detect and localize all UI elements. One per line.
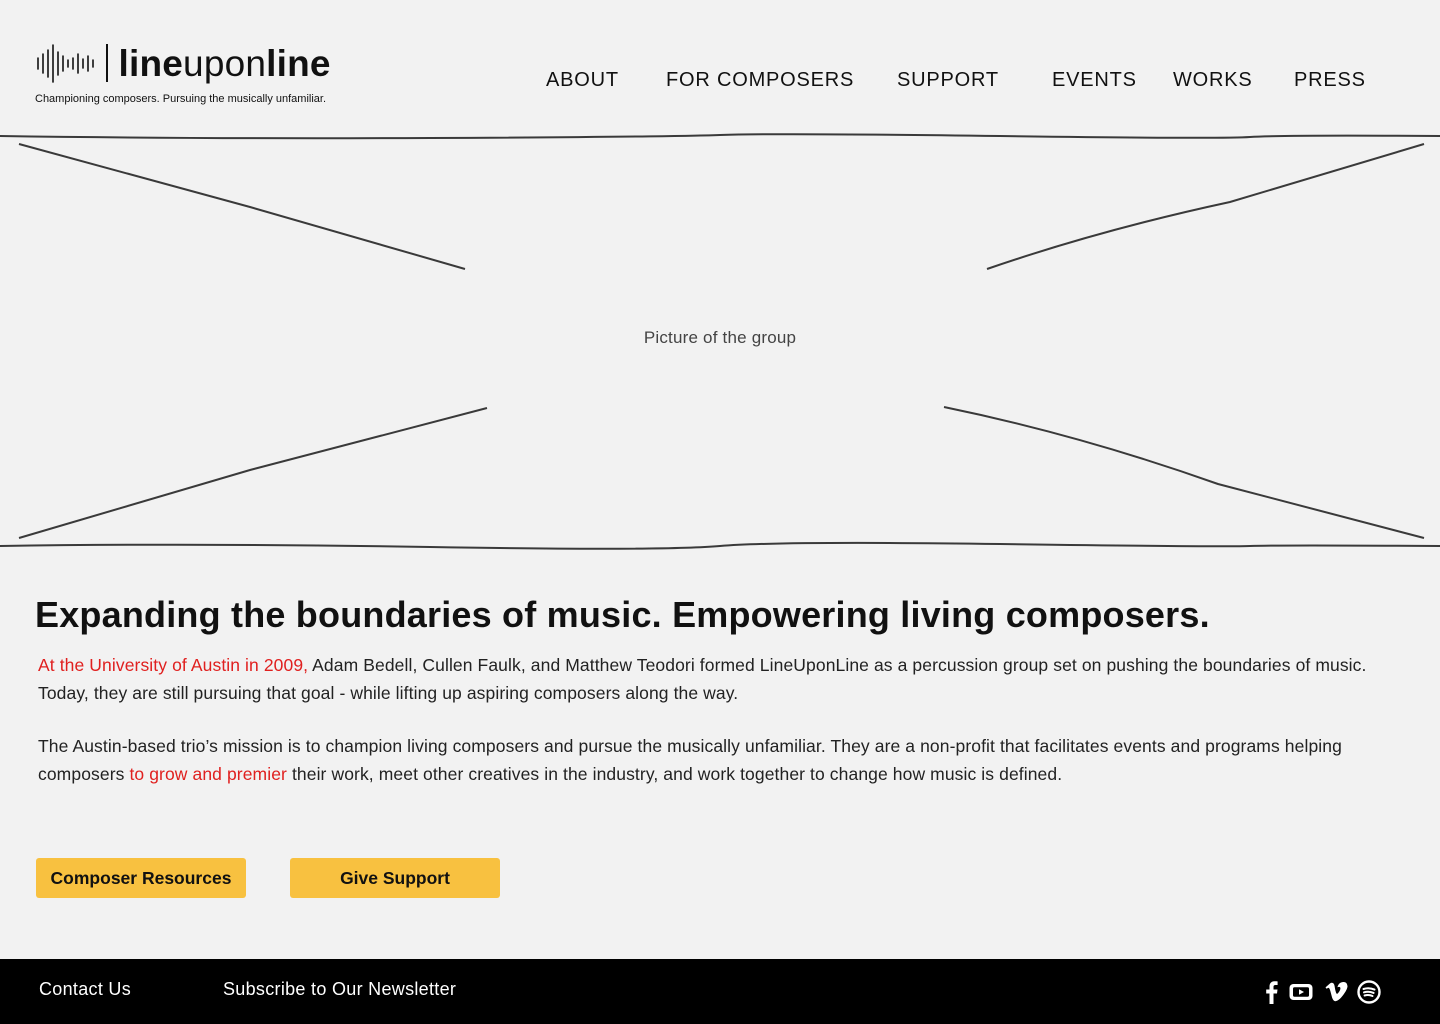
mission-link[interactable]: to grow and premier bbox=[129, 764, 287, 784]
logo-word-line: line bbox=[118, 42, 184, 84]
tagline: Championing composers. Pursuing the musi… bbox=[35, 93, 327, 105]
spotify-icon[interactable] bbox=[1356, 979, 1382, 1005]
logo-word-line-2: line bbox=[266, 42, 331, 84]
composer-resources-button[interactable]: Composer Resources bbox=[36, 858, 246, 898]
logo[interactable]: lineuponline bbox=[37, 42, 331, 84]
nav-for-composers[interactable]: FOR COMPOSERS bbox=[666, 69, 854, 91]
nav-about[interactable]: ABOUT bbox=[546, 69, 619, 91]
page-headline: Expanding the boundaries of music. Empow… bbox=[35, 594, 1210, 635]
youtube-icon[interactable] bbox=[1288, 979, 1314, 1005]
vimeo-icon[interactable] bbox=[1323, 979, 1349, 1005]
logo-word-upon: upon bbox=[183, 42, 267, 84]
mission-paragraph: The Austin-based trio’s mission is to ch… bbox=[38, 732, 1398, 788]
mission-text-after: their work, meet other creatives in the … bbox=[286, 764, 1063, 784]
nav-support[interactable]: SUPPORT bbox=[897, 69, 999, 91]
nav-press[interactable]: PRESS bbox=[1294, 69, 1366, 91]
logo-wordmark: lineuponline bbox=[119, 45, 331, 82]
give-support-button[interactable]: Give Support bbox=[290, 858, 500, 898]
nav-events[interactable]: EVENTS bbox=[1052, 69, 1137, 91]
hero-image-placeholder: Picture of the group bbox=[0, 130, 1440, 555]
nav-works[interactable]: WORKS bbox=[1173, 69, 1253, 91]
intro-link[interactable]: At the University of Austin in 2009, bbox=[38, 655, 308, 675]
site-footer: Contact Us Subscribe to Our Newsletter bbox=[0, 959, 1440, 1024]
site-header: lineuponline Championing composers. Purs… bbox=[0, 0, 1440, 136]
contact-us-link[interactable]: Contact Us bbox=[39, 979, 131, 1000]
logo-divider bbox=[106, 44, 108, 82]
newsletter-link[interactable]: Subscribe to Our Newsletter bbox=[223, 979, 456, 1000]
soundwave-logo-icon bbox=[37, 44, 94, 83]
intro-paragraph: At the University of Austin in 2009, Ada… bbox=[38, 651, 1398, 707]
facebook-icon[interactable] bbox=[1259, 979, 1285, 1005]
hero-image-label: Picture of the group bbox=[643, 328, 797, 347]
